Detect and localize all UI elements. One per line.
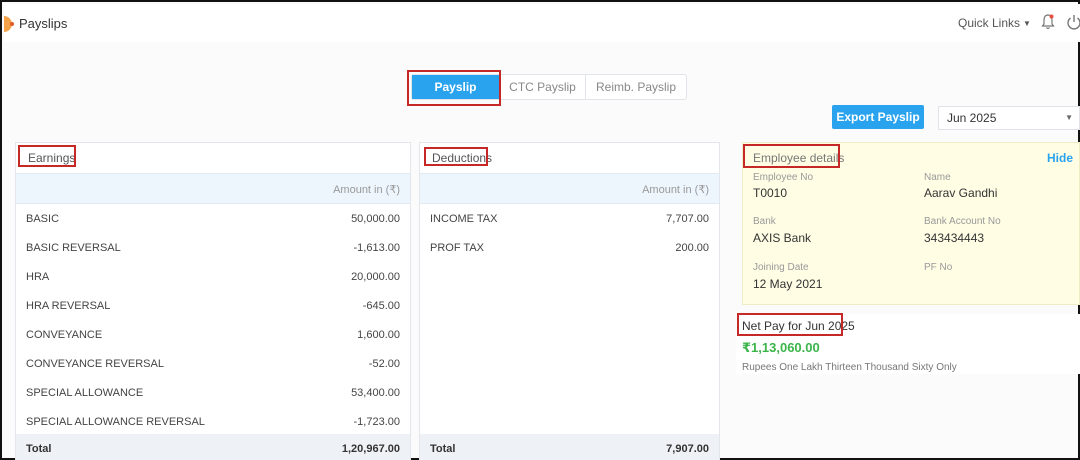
deductions-row-label: INCOME TAX: [430, 213, 498, 225]
notification-bell-icon[interactable]: [1040, 13, 1056, 31]
earnings-row-label: BASIC REVERSAL: [26, 242, 121, 254]
earnings-row-label: HRA REVERSAL: [26, 300, 111, 312]
deductions-row-label: PROF TAX: [430, 242, 484, 254]
earnings-row: SPECIAL ALLOWANCE REVERSAL -1,723.00: [16, 407, 410, 436]
tab-ctc-payslip[interactable]: CTC Payslip: [500, 75, 586, 99]
earnings-row-label: CONVEYANCE REVERSAL: [26, 358, 164, 370]
earnings-row: CONVEYANCE REVERSAL -52.00: [16, 349, 410, 378]
deductions-row: INCOME TAX 7,707.00: [420, 204, 719, 233]
earnings-header-row: Amount in (₹): [16, 173, 410, 204]
export-payslip-button[interactable]: Export Payslip: [832, 105, 924, 129]
deductions-amount-header: Amount in (₹): [642, 184, 709, 196]
app-logo: [4, 16, 14, 32]
earnings-total-row: Total 1,20,967.00: [16, 434, 410, 460]
earnings-row-amount: 50,000.00: [351, 213, 400, 225]
bank-account-value: 343434443: [924, 231, 985, 245]
deductions-row-amount: 200.00: [675, 242, 709, 254]
deductions-row-amount: 7,707.00: [666, 213, 709, 225]
earnings-row: SPECIAL ALLOWANCE 53,400.00: [16, 378, 410, 407]
earnings-amount-header: Amount in (₹): [333, 184, 400, 196]
earnings-panel: Earnings Amount in (₹) BASIC 50,000.00 B…: [15, 142, 411, 460]
net-pay-amount: ₹1,13,060.00: [742, 340, 820, 355]
app-frame: Payslips Quick Links ▼ Payslip CTC Paysli…: [0, 0, 1080, 460]
logo-dot: [10, 22, 14, 26]
earnings-row-amount: 20,000.00: [351, 271, 400, 283]
chevron-down-icon: ▼: [1023, 19, 1031, 28]
power-icon[interactable]: [1066, 13, 1080, 31]
earnings-row-amount: -52.00: [368, 358, 400, 370]
earnings-row: BASIC 50,000.00: [16, 204, 410, 233]
deductions-panel: Deductions Amount in (₹) INCOME TAX 7,70…: [419, 142, 720, 460]
deductions-total-amount: 7,907.00: [666, 443, 709, 455]
page-title: Payslips: [19, 16, 68, 31]
net-pay-in-words: Rupees One Lakh Thirteen Thousand Sixty …: [742, 362, 957, 373]
highlight-box-earnings: [18, 145, 76, 167]
earnings-row-label: SPECIAL ALLOWANCE: [26, 387, 144, 399]
highlight-box-deductions: [424, 147, 488, 166]
tab-reimb-payslip[interactable]: Reimb. Payslip: [586, 75, 686, 99]
joining-date-label: Joining Date: [753, 262, 809, 273]
deductions-row: PROF TAX 200.00: [420, 233, 719, 262]
earnings-row-amount: 1,600.00: [357, 329, 400, 341]
deductions-total-label: Total: [430, 443, 456, 455]
earnings-row: BASIC REVERSAL -1,613.00: [16, 233, 410, 262]
employee-name-label: Name: [924, 172, 951, 183]
employee-no-value: T0010: [753, 186, 788, 200]
earnings-row-amount: 53,400.00: [351, 387, 400, 399]
earnings-total-label: Total: [26, 443, 52, 455]
employee-no-label: Employee No: [753, 172, 814, 183]
earnings-row: CONVEYANCE 1,600.00: [16, 320, 410, 349]
hide-details-link[interactable]: Hide: [1047, 151, 1073, 165]
highlight-box-net-pay: [737, 313, 843, 336]
period-select[interactable]: Jun 2025 ▼: [938, 106, 1080, 130]
deductions-header-row: Amount in (₹): [420, 173, 719, 204]
earnings-row-label: BASIC: [26, 213, 60, 225]
employee-name-value: Aarav Gandhi: [924, 186, 998, 200]
deductions-total-row: Total 7,907.00: [420, 434, 719, 460]
bank-label: Bank: [753, 216, 776, 227]
earnings-row-label: CONVEYANCE: [26, 329, 103, 341]
earnings-row-label: HRA: [26, 271, 50, 283]
chevron-down-icon: ▼: [1065, 113, 1073, 122]
bank-value: AXIS Bank: [753, 231, 812, 245]
earnings-row-amount: -1,613.00: [353, 242, 400, 254]
quick-links-label: Quick Links: [958, 16, 1021, 30]
top-header: Payslips Quick Links ▼: [4, 4, 1080, 42]
earnings-row-amount: -1,723.00: [353, 416, 400, 428]
highlight-box-payslip-tab: [407, 70, 501, 106]
joining-date-value: 12 May 2021: [753, 277, 823, 291]
earnings-row-amount: -645.00: [362, 300, 400, 312]
earnings-row: HRA REVERSAL -645.00: [16, 291, 410, 320]
earnings-row-label: SPECIAL ALLOWANCE REVERSAL: [26, 416, 205, 428]
period-select-value: Jun 2025: [947, 111, 997, 125]
earnings-row: HRA 20,000.00: [16, 262, 410, 291]
bank-account-label: Bank Account No: [924, 216, 1001, 227]
highlight-box-employee-details: [743, 144, 840, 168]
pf-no-label: PF No: [924, 262, 953, 273]
quick-links-menu[interactable]: Quick Links ▼: [958, 16, 1031, 30]
earnings-total-amount: 1,20,967.00: [341, 443, 400, 455]
